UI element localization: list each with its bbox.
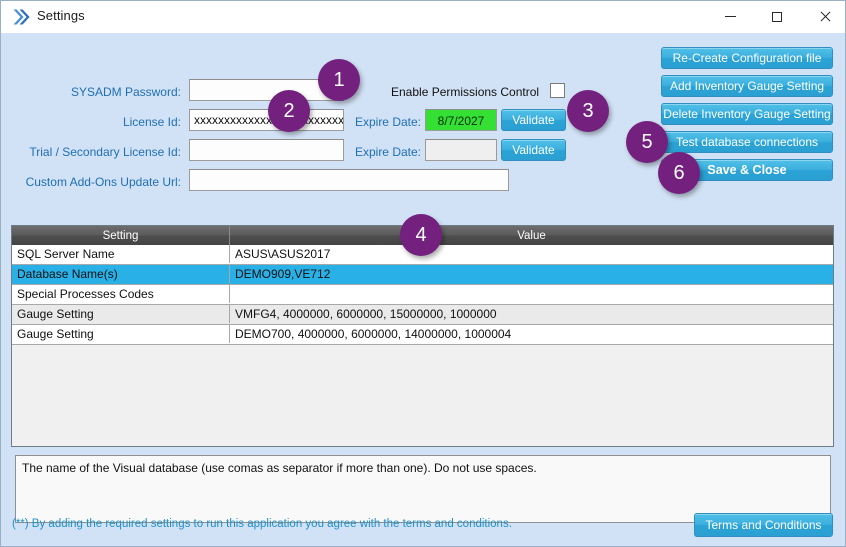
cell-setting: Gauge Setting: [12, 325, 230, 343]
cell-value[interactable]: ASUS\ASUS2017: [230, 245, 833, 263]
enable-permissions-label: Enable Permissions Control: [391, 85, 540, 99]
client-area: SYSADM Password: Enable Permissions Cont…: [1, 33, 845, 546]
settings-grid[interactable]: Setting Value SQL Server Name ASUS\ASUS2…: [11, 225, 834, 447]
enable-permissions-checkbox[interactable]: [550, 83, 565, 98]
license-id-input[interactable]: xxxxxxxxxxxxxxxxxxxxxxxxx: [189, 109, 344, 131]
cell-value[interactable]: DEMO700, 4000000, 6000000, 14000000, 100…: [230, 325, 833, 343]
minimize-icon: [724, 16, 736, 17]
window-title: Settings: [37, 8, 85, 23]
trial-license-id-input[interactable]: [189, 139, 344, 161]
close-button[interactable]: [801, 1, 845, 32]
grid-header-setting[interactable]: Setting: [12, 226, 230, 245]
table-row[interactable]: Gauge Setting DEMO700, 4000000, 6000000,…: [12, 325, 833, 345]
sysadm-password-label: SYSADM Password:: [70, 85, 181, 99]
delete-inventory-gauge-setting-button[interactable]: Delete Inventory Gauge Setting: [661, 103, 833, 125]
expire-date-2-label: Expire Date:: [354, 145, 421, 159]
cell-value[interactable]: [230, 285, 833, 303]
recreate-configuration-file-button[interactable]: Re-Create Configuration file: [661, 47, 833, 69]
grid-header-value[interactable]: Value: [230, 226, 833, 245]
expire-date-1-value: 8/7/2027: [425, 109, 497, 131]
terms-and-conditions-button[interactable]: Terms and Conditions: [694, 513, 833, 537]
test-database-connections-button[interactable]: Test database connections: [661, 131, 833, 153]
annotation-badge-6: 6: [658, 152, 700, 194]
table-row-selected[interactable]: Database Name(s) DEMO909,VE712: [12, 265, 833, 285]
validate-trial-button[interactable]: Validate: [501, 139, 566, 161]
cell-setting: SQL Server Name: [12, 245, 230, 263]
settings-window: Settings SYSADM Password: Enable Permiss…: [0, 0, 846, 547]
license-id-label: License Id:: [122, 115, 181, 129]
minimize-button[interactable]: [707, 1, 753, 32]
expire-date-1-label: Expire Date:: [354, 115, 421, 129]
terms-note: (**) By adding the required settings to …: [12, 518, 512, 530]
cell-value[interactable]: DEMO909,VE712: [230, 265, 833, 283]
annotation-badge-3: 3: [567, 90, 609, 132]
annotation-badge-2: 2: [268, 90, 310, 132]
add-inventory-gauge-setting-button[interactable]: Add Inventory Gauge Setting: [661, 75, 833, 97]
maximize-icon: [772, 11, 782, 22]
cell-setting: Database Name(s): [12, 265, 230, 283]
custom-addons-url-label: Custom Add-Ons Update Url:: [25, 175, 181, 189]
custom-addons-url-input[interactable]: [189, 169, 509, 191]
trial-license-id-label: Trial / Secondary License Id:: [29, 145, 181, 159]
annotation-badge-4: 4: [400, 214, 442, 256]
double-chevron-icon: [12, 8, 32, 26]
cell-value[interactable]: VMFG4, 4000000, 6000000, 15000000, 10000…: [230, 305, 833, 323]
expire-date-2-value: [425, 139, 497, 161]
close-icon: [819, 11, 830, 22]
table-row[interactable]: Special Processes Codes: [12, 285, 833, 305]
validate-license-button[interactable]: Validate: [501, 109, 566, 131]
annotation-badge-5: 5: [626, 121, 668, 163]
cell-setting: Special Processes Codes: [12, 285, 230, 303]
title-bar: Settings: [1, 1, 845, 34]
annotation-badge-1: 1: [318, 59, 360, 101]
cell-setting: Gauge Setting: [12, 305, 230, 323]
table-row[interactable]: Gauge Setting VMFG4, 4000000, 6000000, 1…: [12, 305, 833, 325]
maximize-button[interactable]: [754, 1, 800, 32]
